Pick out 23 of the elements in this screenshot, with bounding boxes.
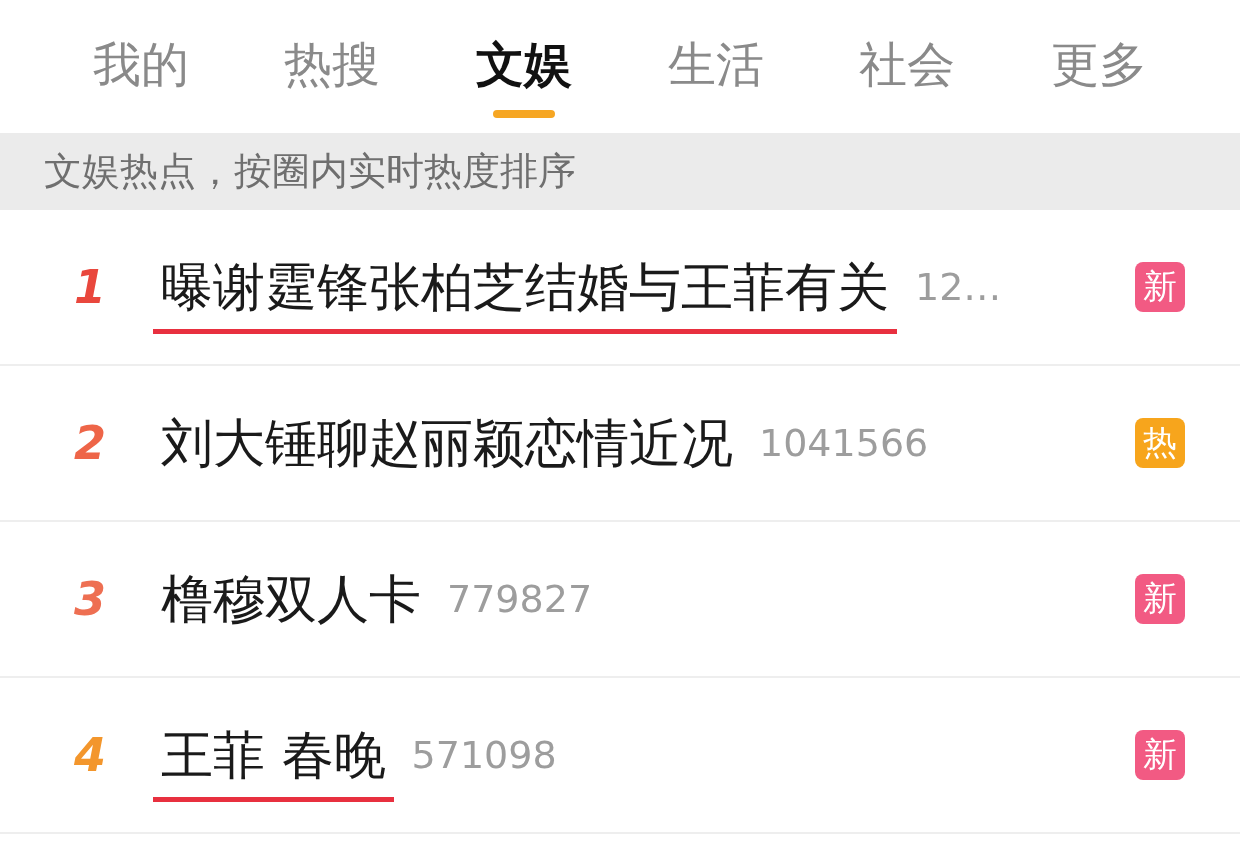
topic-badge: 新: [1135, 262, 1185, 312]
heat-count: 779827: [447, 577, 593, 621]
topic-badge: 新: [1135, 574, 1185, 624]
rank-number: 3: [73, 572, 107, 626]
heat-count: 1041566: [759, 421, 929, 465]
notice-text: 文娱热点，按圈内实时热度排序: [44, 148, 576, 195]
topic-badge: 新: [1135, 730, 1185, 780]
topic-title: 刘大锤聊赵丽颖恋情近况: [160, 411, 734, 475]
rank-number: 1: [73, 260, 107, 314]
list-row[interactable]: 1 曝谢霆锋张柏芝结婚与王菲有关 12… 新: [0, 210, 1240, 366]
topic-title: 橹穆双人卡: [160, 567, 422, 631]
heat-count: 12…: [915, 265, 1002, 309]
heat-count: 571098: [411, 733, 557, 777]
rank-number: 4: [73, 728, 107, 782]
rank-number: 2: [73, 416, 107, 470]
tab[interactable]: 文娱: [476, 36, 573, 92]
topic-title: 曝谢霆锋张柏芝结婚与王菲有关: [153, 252, 897, 334]
list-row[interactable]: 4 王菲 春晚 571098 新: [0, 678, 1240, 834]
topic-badge: 热: [1135, 418, 1185, 468]
list-row[interactable]: 2 刘大锤聊赵丽颖恋情近况 1041566 热: [0, 366, 1240, 522]
list-row[interactable]: 3 橹穆双人卡 779827 新: [0, 522, 1240, 678]
active-tab-indicator: [493, 110, 556, 118]
topic-title: 王菲 春晚: [153, 720, 394, 802]
